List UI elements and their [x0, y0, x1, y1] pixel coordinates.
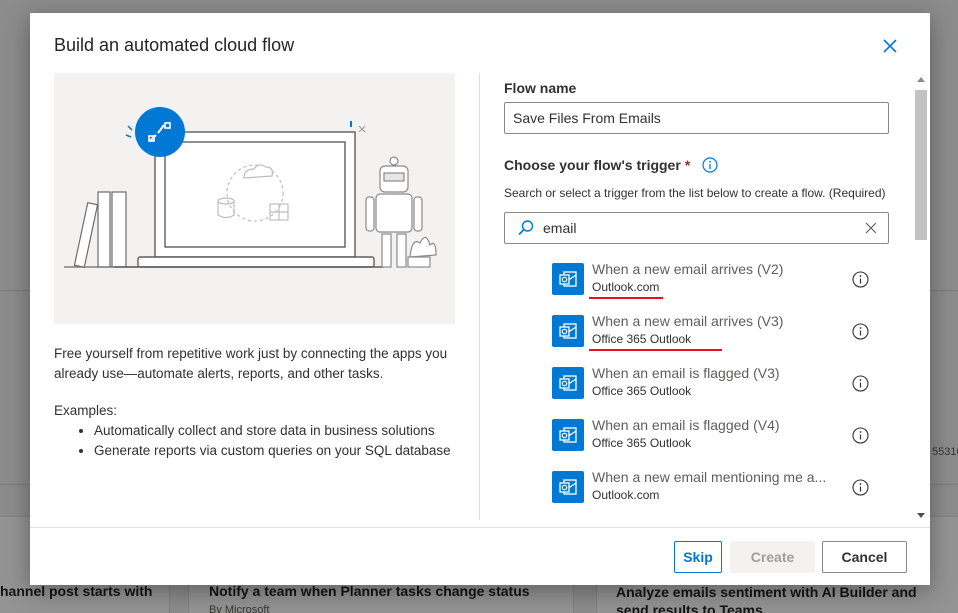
info-icon[interactable]	[852, 427, 869, 444]
trigger-connector: Office 365 Outlook	[592, 332, 692, 346]
info-icon[interactable]	[852, 375, 869, 392]
info-icon[interactable]	[852, 323, 869, 340]
info-icon[interactable]	[852, 271, 869, 288]
examples-label: Examples:	[54, 403, 118, 418]
info-icon[interactable]	[852, 479, 869, 496]
flow-name-input[interactable]	[504, 102, 889, 134]
trigger-item[interactable]: When an email is flagged (V4) Office 365 …	[552, 414, 882, 466]
red-underline-annotation	[589, 297, 663, 299]
clear-icon[interactable]	[864, 221, 878, 235]
build-flow-dialog: Build an automated cloud flow Free yours…	[30, 13, 930, 585]
scroll-down-arrow[interactable]	[917, 513, 925, 518]
close-icon[interactable]	[880, 36, 900, 56]
books-illustration	[64, 191, 138, 269]
example-item: Automatically collect and store data in …	[94, 421, 456, 441]
flow-illustration	[54, 73, 455, 324]
scroll-up-arrow[interactable]	[917, 77, 925, 82]
left-panel: Free yourself from repetitive work just …	[54, 73, 456, 461]
red-underline-annotation	[589, 349, 722, 351]
trigger-search-input[interactable]: email	[543, 220, 864, 236]
trigger-connector: Outlook.com	[592, 280, 660, 294]
footer-divider	[30, 527, 930, 528]
trigger-label: Choose your flow's trigger	[504, 157, 681, 173]
required-mark: *	[684, 157, 691, 173]
trigger-name: When a new email arrives (V3)	[592, 313, 784, 329]
outlook-icon	[552, 419, 584, 451]
trigger-item[interactable]: When a new email arrives (V2) Outlook.com	[552, 258, 882, 310]
right-panel: Flow name Choose your flow's trigger * S…	[504, 73, 915, 525]
trigger-search-box[interactable]: email	[504, 212, 889, 244]
trigger-helper-text: Search or select a trigger from the list…	[504, 186, 886, 200]
column-divider	[479, 73, 480, 520]
trigger-list: When a new email arrives (V2) Outlook.com…	[552, 258, 882, 518]
flow-name-label: Flow name	[504, 80, 577, 96]
outlook-icon	[552, 315, 584, 347]
outlook-icon	[552, 471, 584, 503]
scroll-thumb[interactable]	[915, 90, 927, 240]
skip-button[interactable]: Skip	[674, 541, 722, 573]
trigger-name: When a new email mentioning me a...	[592, 469, 827, 485]
trigger-name: When an email is flagged (V4)	[592, 417, 780, 433]
trigger-name: When a new email arrives (V2)	[592, 261, 784, 277]
search-icon	[518, 220, 534, 236]
trigger-connector: Office 365 Outlook	[592, 436, 692, 450]
example-item: Generate reports via custom queries on y…	[94, 441, 456, 461]
create-button[interactable]: Create	[730, 541, 815, 573]
dialog-description: Free yourself from repetitive work just …	[54, 346, 448, 381]
trigger-item[interactable]: When an email is flagged (V3) Office 365 …	[552, 362, 882, 414]
outlook-icon	[552, 367, 584, 399]
trigger-item[interactable]: When a new email arrives (V3) Office 365 …	[552, 310, 882, 362]
cancel-button[interactable]: Cancel	[822, 541, 907, 573]
trigger-name: When an email is flagged (V3)	[592, 365, 780, 381]
dialog-title: Build an automated cloud flow	[54, 35, 295, 55]
trigger-label-row: Choose your flow's trigger *	[504, 157, 718, 173]
scrollbar[interactable]	[914, 73, 928, 520]
robot-illustration	[365, 156, 437, 268]
trigger-item[interactable]: When a new email mentioning me a... Outlo…	[552, 466, 882, 518]
info-icon[interactable]	[702, 157, 718, 173]
examples-list: Automatically collect and store data in …	[54, 421, 456, 461]
trigger-connector: Outlook.com	[592, 488, 660, 502]
trigger-connector: Office 365 Outlook	[592, 384, 692, 398]
outlook-icon	[552, 263, 584, 295]
